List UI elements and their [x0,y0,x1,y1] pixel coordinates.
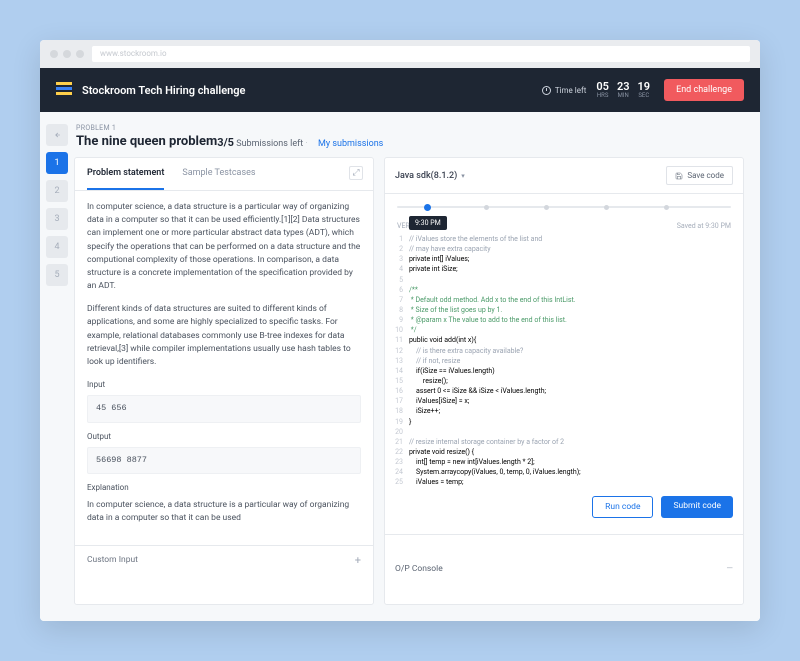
problem-panel: Problem statement Sample Testcases ⤢ In … [74,157,374,605]
run-code-button[interactable]: Run code [592,496,653,518]
minimize-icon[interactable]: — [726,564,733,574]
timer-min: 23 [617,81,630,93]
problem-header: PROBLEM 1 The nine queen problem 3/5 Sub… [74,124,744,149]
timer-sec: 19 [638,81,651,93]
problem-paragraph: In computer science, a data structure is… [87,201,361,293]
plus-icon: + [355,554,361,567]
problem-paragraph: Different kinds of data structures are s… [87,303,361,369]
app-header: Stockroom Tech Hiring challenge Time lef… [40,68,760,112]
input-sample: 45 656 [87,395,361,422]
editor-panel: Java sdk(8.1.2)▾ Save code [384,157,744,605]
browser-window: www.stockroom.io Stockroom Tech Hiring c… [40,40,760,621]
custom-input-toggle[interactable]: Custom Input + [75,545,373,575]
submissions-label: Submissions left [236,139,303,149]
output-console[interactable]: O/P Console — [385,534,743,604]
save-icon [675,172,683,180]
problem-rail: 1 2 3 4 5 [40,112,74,621]
explanation-label: Explanation [87,482,361,494]
version-timeline[interactable]: 9:30 PM VERSIONSSaved at 9:30 PM [385,194,743,234]
rail-item-3[interactable]: 3 [46,208,68,230]
language-selector[interactable]: Java sdk(8.1.2)▾ [395,171,465,181]
tab-sample-testcases[interactable]: Sample Testcases [182,158,255,190]
timeline-tooltip: 9:30 PM [409,216,447,230]
chevron-down-icon: ▾ [461,172,465,180]
time-left-label: Time left [555,86,587,95]
back-button[interactable] [46,124,68,146]
output-sample: 56698 8877 [87,447,361,474]
expand-icon[interactable]: ⤢ [349,166,363,180]
problem-eyebrow: PROBLEM 1 [76,124,217,132]
rail-item-4[interactable]: 4 [46,236,68,258]
problem-title: The nine queen problem [76,134,217,149]
timer: Time left 05HRS 23MIN 19SEC [542,81,650,100]
submit-code-button[interactable]: Submit code [661,496,733,518]
end-challenge-button[interactable]: End challenge [664,79,744,101]
my-submissions-link[interactable]: My submissions [318,139,383,149]
rail-item-5[interactable]: 5 [46,264,68,286]
submissions-count: 3/5 [217,136,234,149]
save-code-button[interactable]: Save code [666,166,733,185]
url-bar[interactable]: www.stockroom.io [92,46,750,62]
clock-icon [542,86,551,95]
input-label: Input [87,379,361,391]
challenge-title: Stockroom Tech Hiring challenge [82,84,542,97]
rail-item-1[interactable]: 1 [46,152,68,174]
code-editor[interactable]: 1// iValues store the elements of the li… [385,234,743,488]
window-controls[interactable] [50,50,84,58]
explanation-text: In computer science, a data structure is… [87,499,361,525]
timer-hrs: 05 [596,81,609,93]
tab-problem-statement[interactable]: Problem statement [87,158,164,190]
saved-at-label: Saved at 9:30 PM [677,222,731,230]
browser-chrome: www.stockroom.io [40,40,760,68]
logo-icon [56,82,72,98]
output-label: Output [87,431,361,443]
rail-item-2[interactable]: 2 [46,180,68,202]
